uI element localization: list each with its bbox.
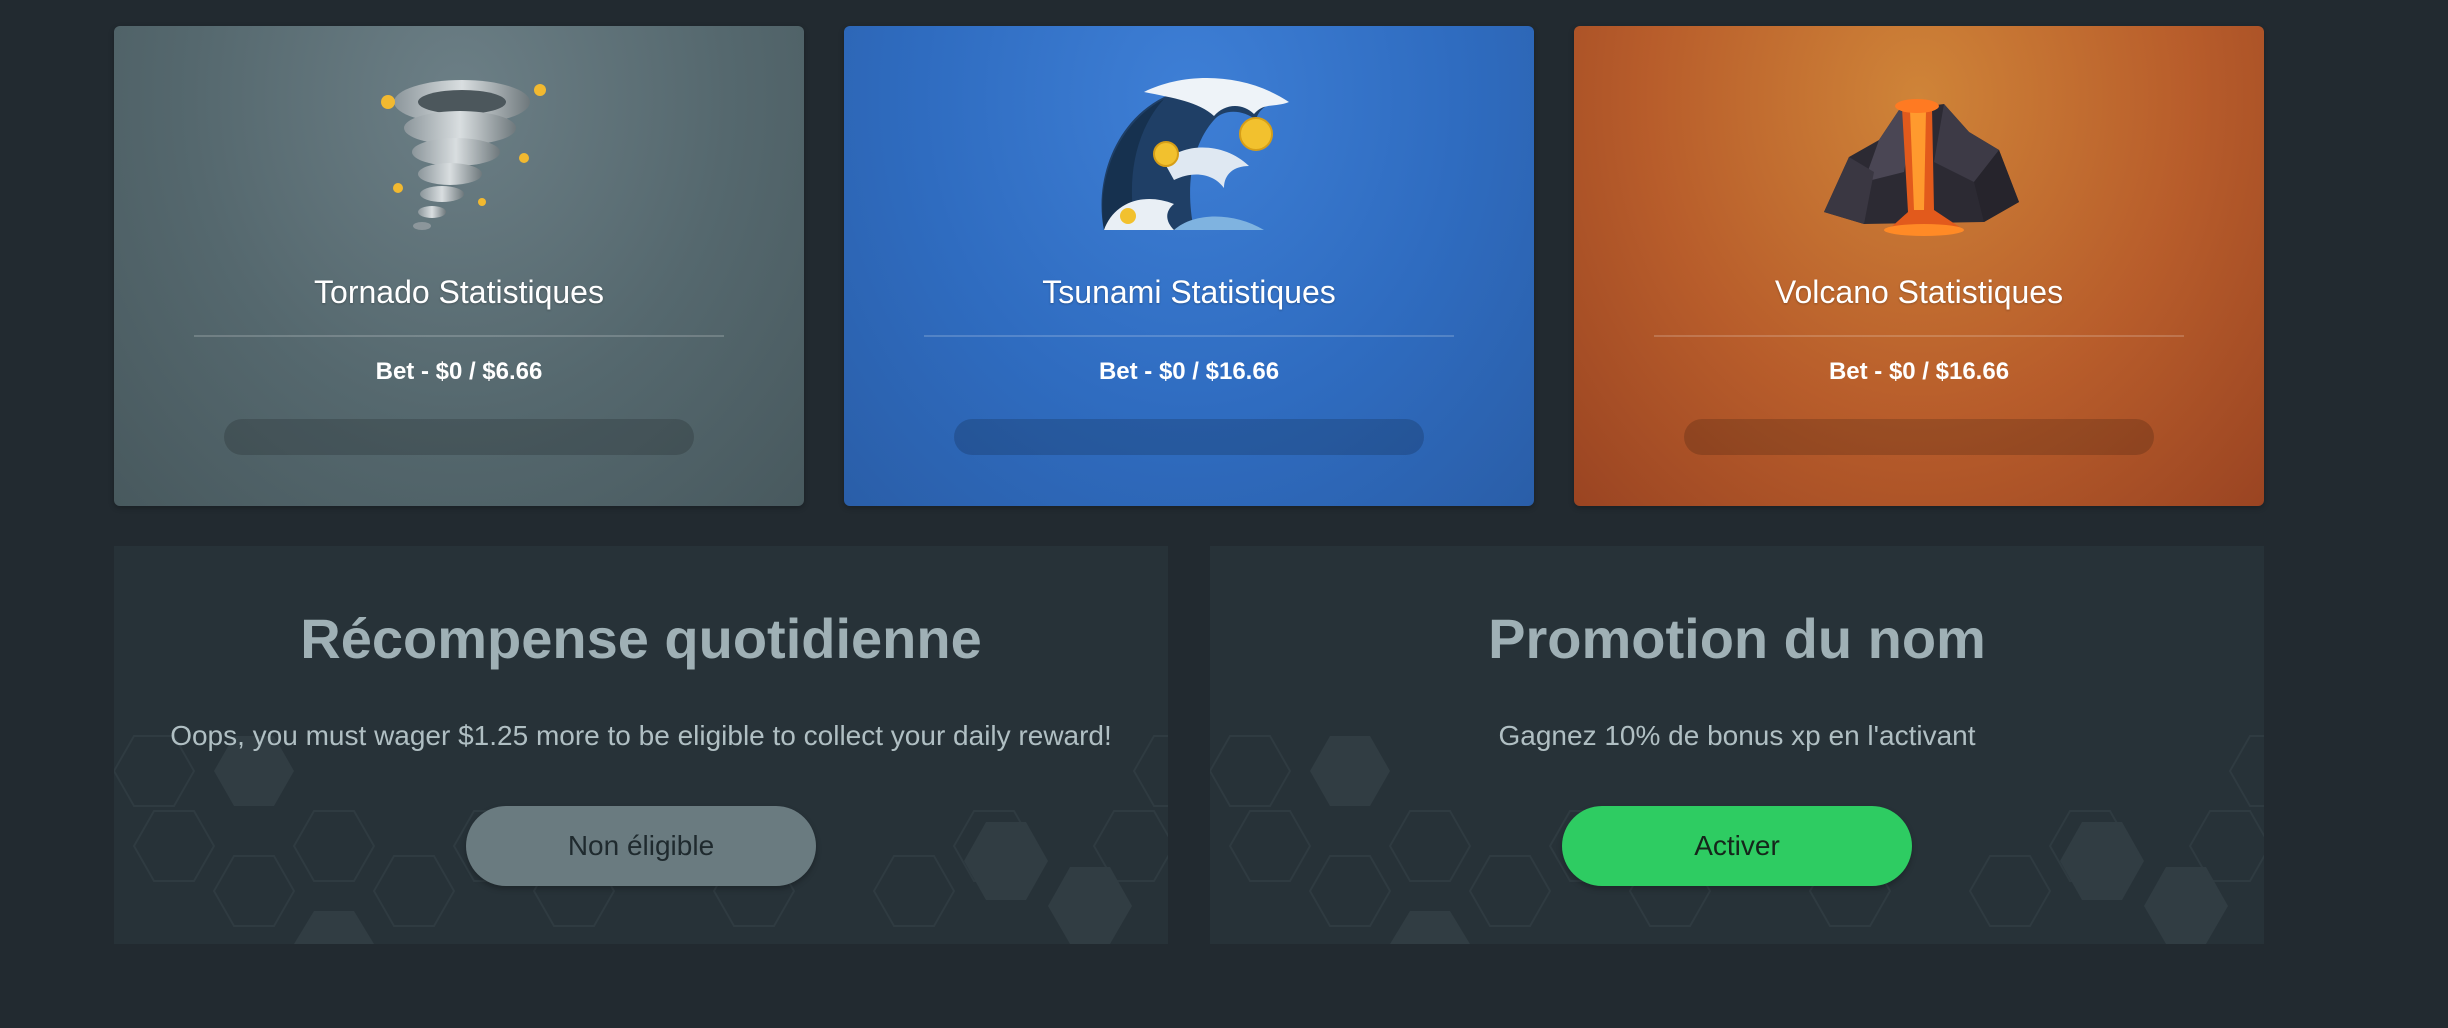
name-promotion-message: Gagnez 10% de bonus xp en l'activant bbox=[1498, 720, 1976, 751]
divider bbox=[924, 335, 1454, 337]
volcano-icon bbox=[1824, 99, 2019, 236]
bet-progress-text: Bet - $0 / $16.66 bbox=[1828, 358, 2010, 385]
tornado-icon bbox=[381, 80, 546, 230]
tsunami-wave-icon bbox=[1101, 78, 1289, 230]
divider bbox=[1654, 335, 2184, 337]
bet-progress-text: Bet - $0 / $6.66 bbox=[375, 358, 543, 385]
bet-progress-text: Bet - $0 / $16.66 bbox=[1098, 358, 1280, 385]
daily-reward-title: Récompense quotidienne bbox=[300, 607, 982, 670]
card-title: Volcano Statistiques bbox=[1774, 274, 2064, 310]
not-eligible-button[interactable]: Non éligible bbox=[466, 806, 816, 886]
divider bbox=[194, 335, 724, 337]
bet-progress-bar bbox=[954, 419, 1424, 455]
tsunami-stats-card: Tsunami Statistiques Bet - $0 / $16.66 bbox=[844, 26, 1534, 506]
bet-progress-bar bbox=[1684, 419, 2154, 455]
tornado-stats-card: Tornado Statistiques Bet - $0 / $6.66 bbox=[114, 26, 804, 506]
daily-reward-panel: Récompense quotidienne Oops, you must wa… bbox=[114, 546, 1168, 944]
activate-button[interactable]: Activer bbox=[1562, 806, 1912, 886]
card-title: Tornado Statistiques bbox=[314, 274, 604, 310]
name-promotion-title: Promotion du nom bbox=[1488, 607, 1986, 670]
name-promotion-panel: Promotion du nom Gagnez 10% de bonus xp … bbox=[1210, 546, 2264, 944]
bet-progress-bar bbox=[224, 419, 694, 455]
volcano-stats-card: Volcano Statistiques Bet - $0 / $16.66 bbox=[1574, 26, 2264, 506]
card-title: Tsunami Statistiques bbox=[1042, 274, 1336, 310]
daily-reward-message: Oops, you must wager $1.25 more to be el… bbox=[170, 720, 1112, 751]
